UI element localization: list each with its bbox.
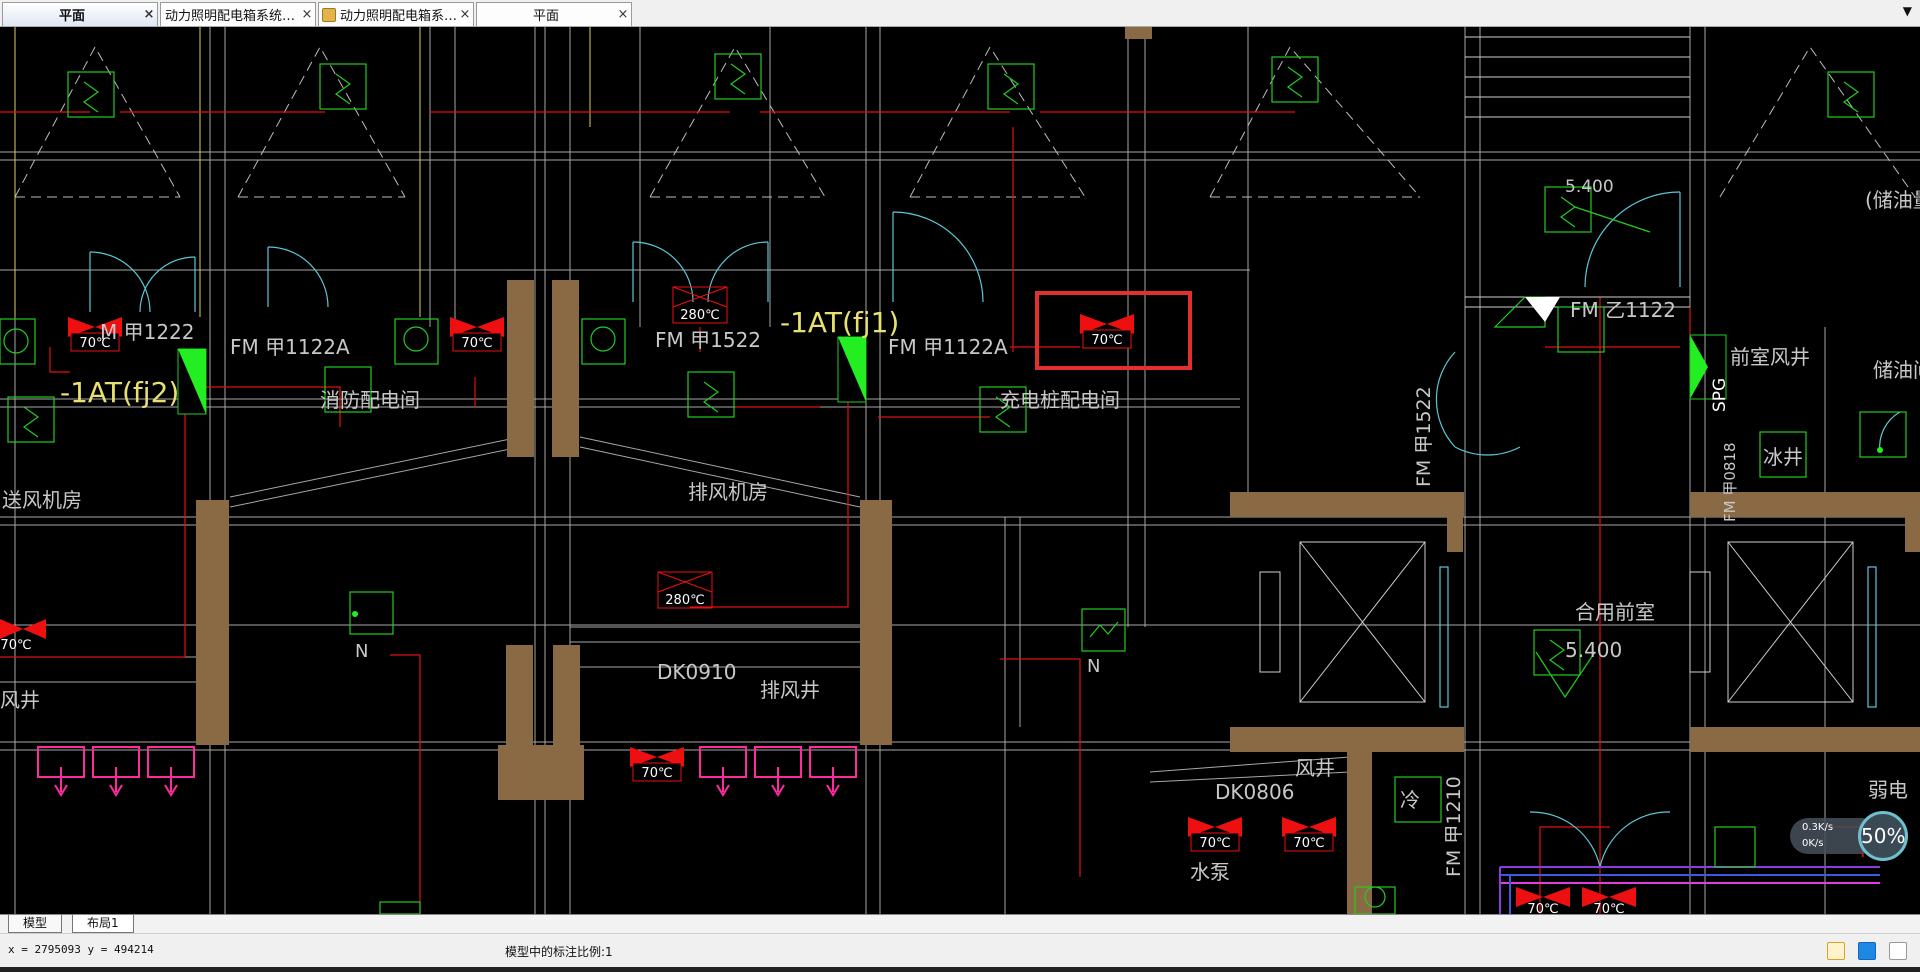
damper-label: 70℃ [0, 638, 31, 653]
layout-tab-layout1[interactable]: 布局1 [72, 915, 134, 933]
fire-damper-symbols [0, 286, 1636, 907]
green-symbols [0, 53, 1907, 914]
damper-label: 280℃ [680, 308, 719, 323]
close-icon[interactable]: × [615, 7, 631, 22]
room-label: 储油间 [1873, 358, 1920, 382]
panel-label-fj1: -1AT(fj1) [780, 306, 899, 339]
close-icon[interactable]: × [141, 7, 157, 22]
door-label: FM 甲1522 [1413, 386, 1435, 487]
green-dots [352, 447, 1883, 617]
memory-usage-circle: 50% [1858, 811, 1908, 861]
damper-label: 70℃ [461, 336, 492, 351]
damper-label: 70℃ [1527, 902, 1558, 914]
room-label: 消防配电间 [320, 388, 420, 412]
tab-label: 动力照明配电箱系统… [165, 9, 296, 24]
neutral-label: N [1087, 656, 1100, 677]
door-label: M 甲1222 [100, 320, 195, 344]
room-label: 风井 [0, 688, 40, 712]
damper-label: 70℃ [1199, 836, 1230, 851]
door-label: FM 甲0818 [1721, 442, 1739, 522]
room-label: 冰井 [1763, 445, 1803, 469]
room-label: 前室风井 [1730, 345, 1810, 369]
tab-label: 平面 [532, 9, 559, 24]
room-label: 排风井 [760, 678, 820, 702]
elevation-label: 5.400 [1565, 638, 1622, 662]
door-label: FM 甲1122A [888, 335, 1008, 359]
layout-tab-bar: 模型 布局1 [0, 914, 1920, 933]
drawing-canvas[interactable]: 70℃ 70℃ 280℃ 70℃ 280℃ 70℃ 70℃ 70℃ 70℃ 70… [0, 27, 1920, 914]
panel-label: SPG [1710, 378, 1730, 412]
cad-drawing[interactable]: 70℃ 70℃ 280℃ 70℃ 280℃ 70℃ 70℃ 70℃ 70℃ 70… [0, 27, 1920, 914]
tab-label: 动力照明配电箱系… [340, 9, 457, 24]
room-label: 冷 [1400, 788, 1420, 812]
tab-power-lighting-system-2[interactable]: 动力照明配电箱系… × [318, 2, 474, 26]
damper-label: 70℃ [1091, 333, 1122, 348]
stairs [1465, 36, 1690, 308]
neutral-label: N [355, 641, 368, 662]
room-labels: M 甲1222 FM 甲1122A FM 甲1522 FM 甲1122A FM … [0, 177, 1920, 884]
download-speed: 0K/s [1802, 838, 1824, 849]
damper-label: 70℃ [1293, 836, 1324, 851]
room-label: 水泵 [1190, 860, 1230, 884]
room-label: 排风机房 [688, 480, 768, 504]
room-label: DK0910 [657, 660, 736, 684]
layout-tab-model[interactable]: 模型 [8, 915, 63, 933]
door-label: FM 甲1122A [230, 335, 350, 359]
damper-label: 280℃ [665, 593, 704, 608]
room-label: DK0806 [1215, 780, 1294, 804]
tab-list-dropdown-icon[interactable]: ▼ [1903, 4, 1912, 18]
elevation-label: 5.400 [1565, 177, 1614, 197]
panel-label-fj2: -1AT(fj2) [60, 376, 179, 409]
fullscreen-icon[interactable] [1889, 942, 1907, 960]
tab-plan-1[interactable]: 平面 × [2, 2, 158, 26]
magenta-boxes [37, 746, 857, 797]
tab-power-lighting-system-1[interactable]: 动力照明配电箱系统… × [160, 2, 316, 26]
damper-label: 70℃ [1593, 902, 1624, 914]
cad-app-window: 平面 × 动力照明配电箱系统… × 动力照明配电箱系… × 平面 × ▼ 70℃… [0, 0, 1920, 972]
door-label: FM 乙1122 [1570, 298, 1676, 322]
door-label: FM 甲1522 [655, 328, 761, 352]
status-bar: x = 2795093 y = 494214 模型中的标注比例:1 [0, 933, 1920, 967]
room-label: 风井 [1295, 756, 1335, 780]
door-label: FM 甲1210 [1443, 776, 1465, 877]
cyan-doors [89, 191, 1901, 868]
close-icon[interactable]: × [457, 7, 473, 22]
taskbar-strip [0, 967, 1920, 972]
upload-speed: 0.3K/s [1802, 822, 1834, 833]
network-speed-widget[interactable]: 0.3K/s 0K/s 50% [1790, 811, 1910, 861]
annotation-scale-label: 模型中的标注比例:1 [505, 945, 613, 959]
damper-label: 70℃ [641, 766, 672, 781]
elevator-shafts [1259, 541, 1854, 703]
grid-lines [0, 27, 1920, 914]
yellow-lines [14, 27, 591, 317]
room-label: 送风机房 [2, 488, 82, 512]
tab-plan-2[interactable]: 平面 × [476, 2, 632, 26]
room-label: 合用前室 [1575, 600, 1655, 624]
document-tab-bar: 平面 × 动力照明配电箱系统… × 动力照明配电箱系… × 平面 × ▼ [0, 0, 1920, 27]
room-label: 弱电 [1868, 778, 1908, 802]
layer-icon[interactable] [1827, 942, 1845, 960]
tab-label: 平面 [58, 9, 85, 24]
room-label: 充电桩配电间 [1000, 388, 1120, 412]
dashed-triangles [14, 45, 1916, 198]
room-label: (储油量 [1865, 188, 1920, 212]
snap-icon[interactable] [1858, 942, 1876, 960]
lock-icon [322, 7, 336, 22]
close-icon[interactable]: × [299, 7, 315, 22]
cursor-coordinates: x = 2795093 y = 494214 [8, 943, 154, 956]
